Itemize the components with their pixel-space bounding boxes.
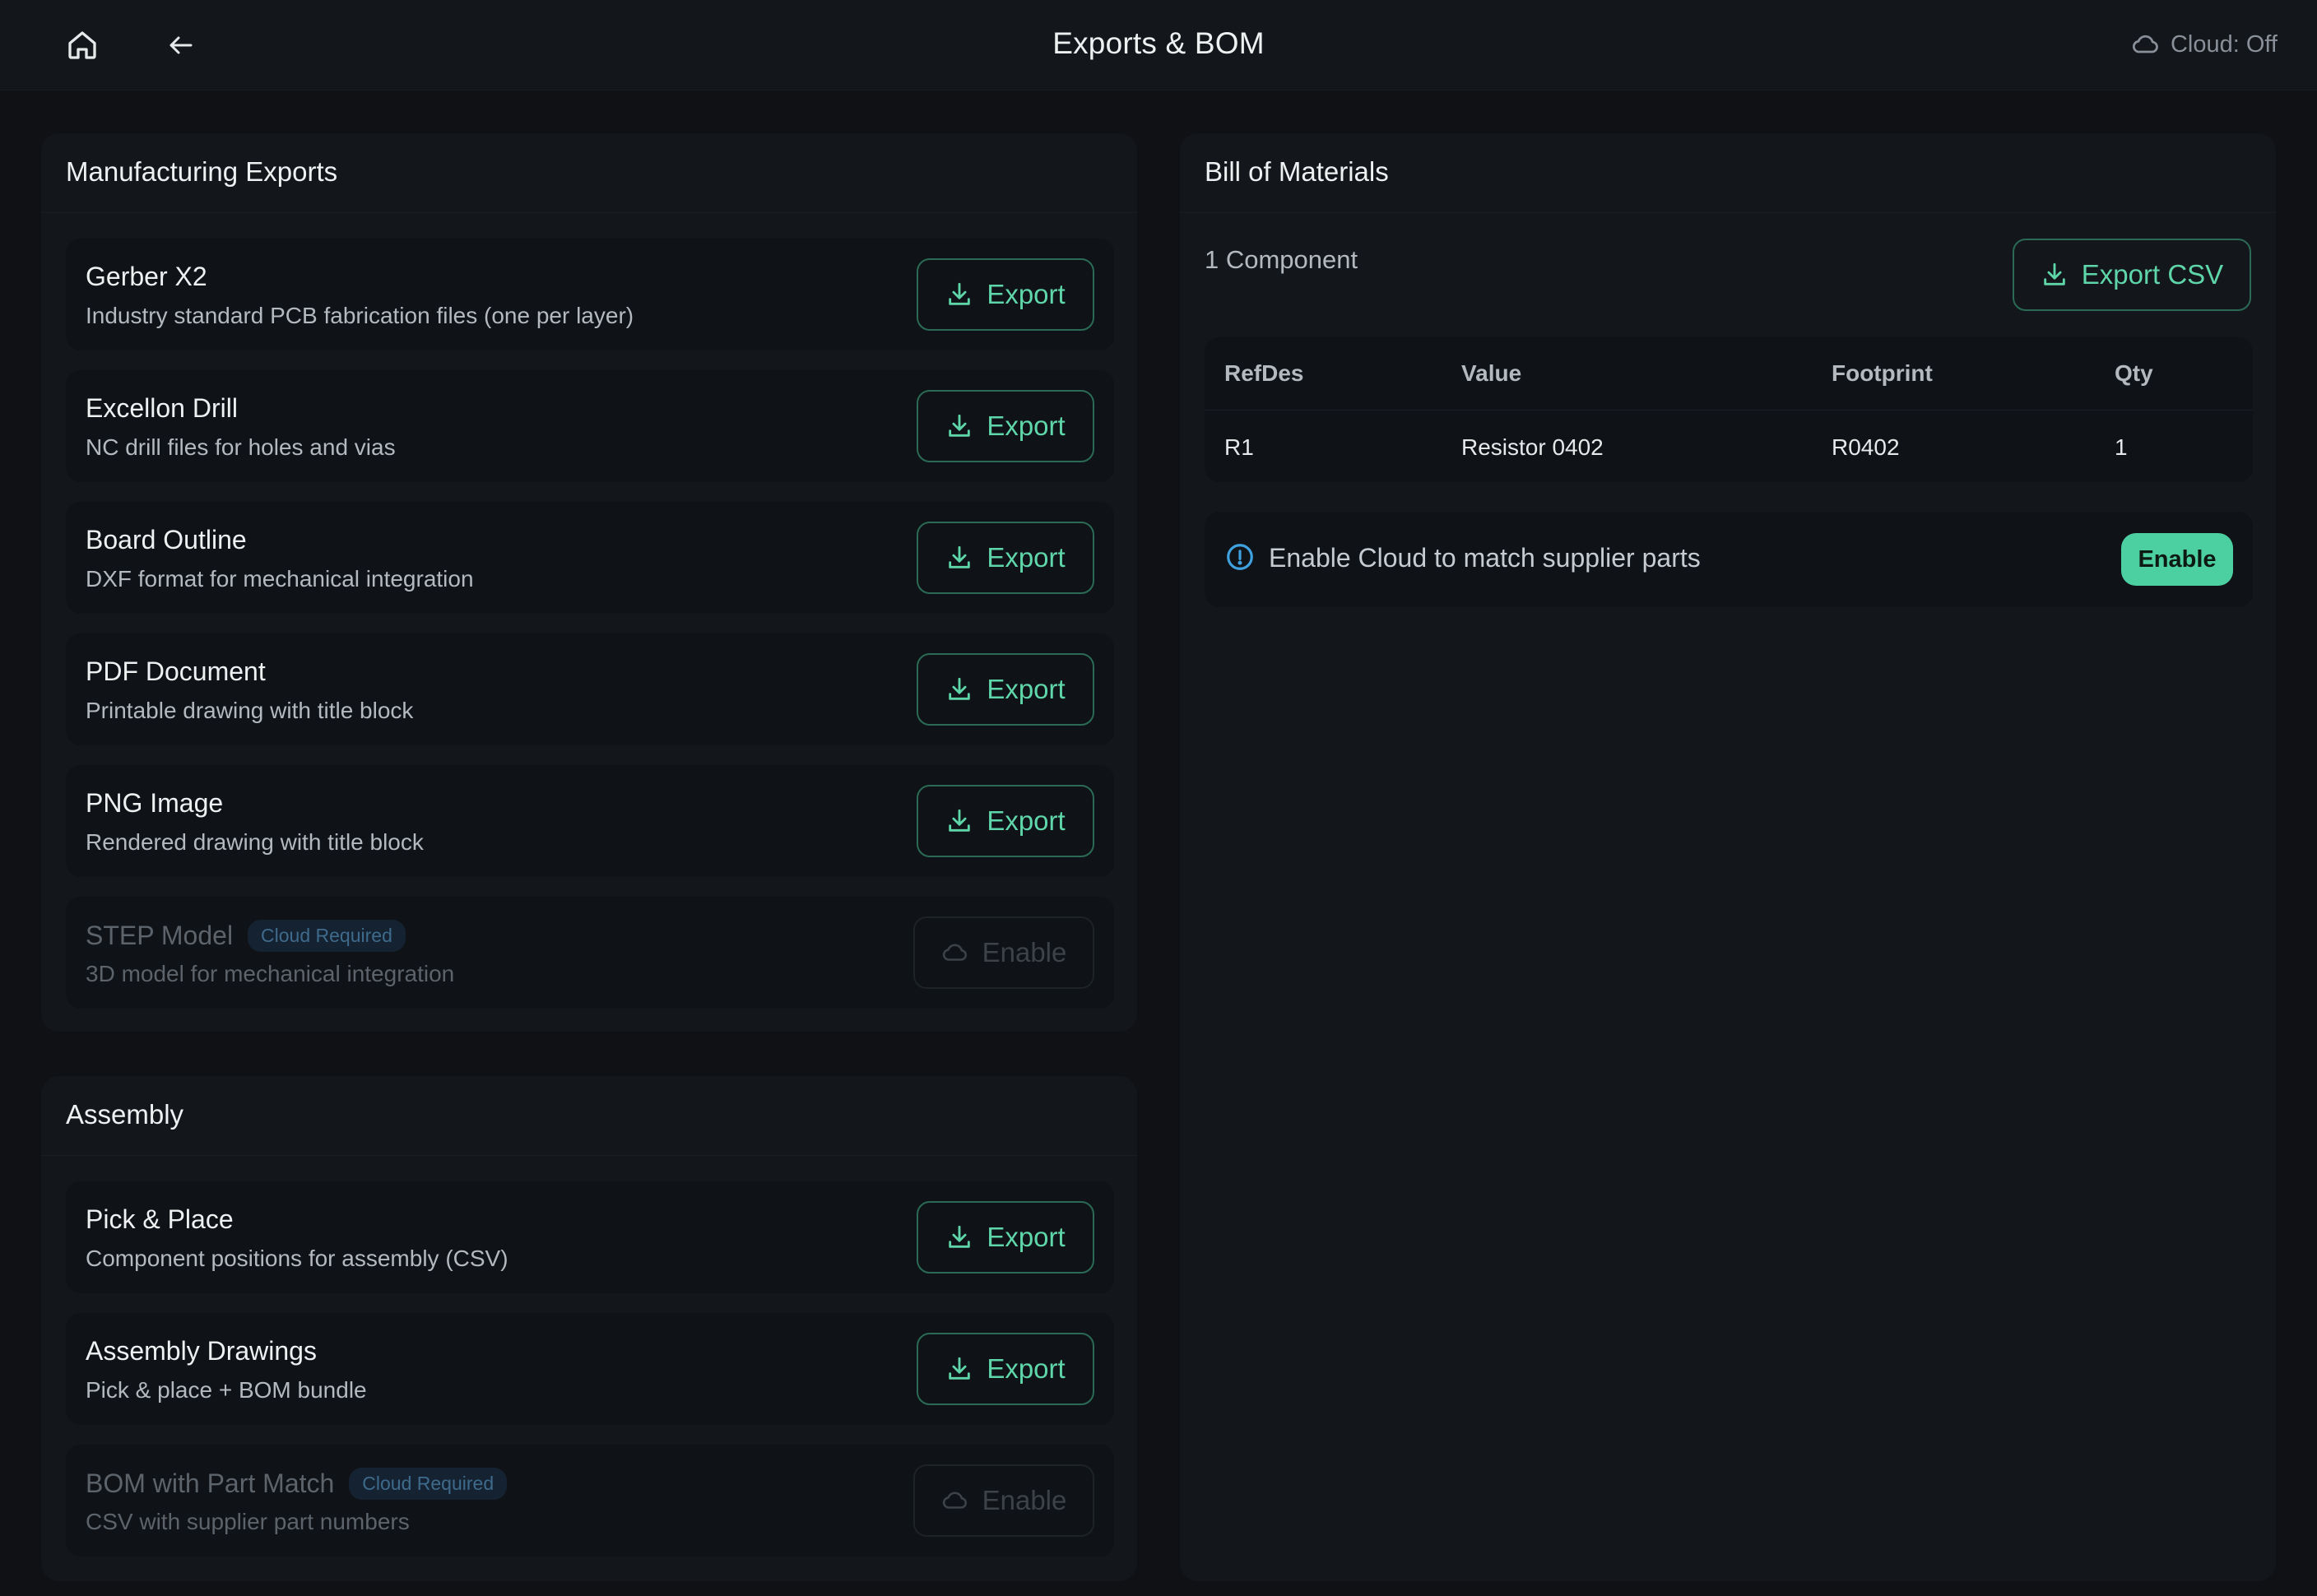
info-text: Enable Cloud to match supplier parts — [1269, 543, 1701, 573]
cloud-status-label: Cloud: Off — [2170, 30, 2278, 58]
top-bar: Exports & BOM Cloud: Off — [0, 0, 2317, 90]
row-name: Pick & Place — [86, 1204, 234, 1234]
column-header-qty[interactable]: Qty — [2115, 360, 2153, 387]
row-description: Component positions for assembly (CSV) — [86, 1246, 508, 1271]
export-row-png: PNG Image Rendered drawing with title bl… — [66, 765, 1114, 877]
column-header-value[interactable]: Value — [1461, 360, 1521, 387]
cloud-icon — [942, 944, 967, 961]
export-csv-button[interactable]: Export CSV — [2013, 239, 2251, 311]
row-description: Pick & place + BOM bundle — [86, 1377, 367, 1403]
row-description: Rendered drawing with title block — [86, 829, 424, 855]
export-row-gerber: Gerber X2 Industry standard PCB fabricat… — [66, 239, 1114, 350]
row-name: PNG Image — [86, 788, 224, 818]
row-description: 3D model for mechanical integration — [86, 961, 455, 986]
export-button[interactable]: Export — [917, 1201, 1094, 1274]
row-description: DXF format for mechanical integration — [86, 566, 474, 592]
bom-panel: Bill of Materials 1 Component Export CSV… — [1180, 133, 2276, 1581]
cell-qty: 1 — [2115, 434, 2128, 460]
row-name: Assembly Drawings — [86, 1336, 317, 1366]
export-button[interactable]: Export — [917, 653, 1094, 726]
divider — [41, 1155, 1137, 1156]
download-icon — [949, 545, 971, 568]
download-icon — [949, 414, 971, 437]
divider — [41, 212, 1137, 213]
component-count: 1 Component — [1205, 245, 1358, 274]
cloud-required-badge: Cloud Required — [248, 920, 406, 952]
page-title: Exports & BOM — [1052, 26, 1265, 60]
info-icon — [1227, 544, 1253, 570]
export-row-pdf: PDF Document Printable drawing with titl… — [66, 633, 1114, 745]
cloud-icon — [2132, 35, 2158, 53]
row-description: Industry standard PCB fabrication files … — [86, 303, 634, 328]
column-header-footprint[interactable]: Footprint — [1832, 360, 1933, 387]
enable-button-disabled[interactable]: Enable — [913, 916, 1094, 989]
download-icon — [949, 677, 971, 700]
panel-title: Bill of Materials — [1205, 156, 1389, 187]
column-header-refdes[interactable]: RefDes — [1224, 360, 1303, 387]
enable-button-disabled[interactable]: Enable — [913, 1464, 1094, 1537]
row-description: NC drill files for holes and vias — [86, 434, 396, 460]
cell-refdes: R1 — [1224, 434, 1254, 460]
panel-title: Manufacturing Exports — [66, 156, 338, 187]
enable-cloud-button[interactable]: Enable — [2121, 533, 2233, 586]
bom-table: RefDes Value Footprint Qty R1 Resistor 0… — [1205, 337, 2253, 482]
download-icon — [949, 282, 971, 305]
export-button[interactable]: Export — [917, 785, 1094, 857]
export-button[interactable]: Export — [917, 522, 1094, 594]
divider — [1180, 212, 2276, 213]
row-description: CSV with supplier part numbers — [86, 1509, 410, 1534]
export-button[interactable]: Export — [917, 1333, 1094, 1405]
download-icon — [2044, 262, 2065, 285]
cloud-required-badge: Cloud Required — [349, 1468, 508, 1500]
panel-title: Assembly — [66, 1099, 184, 1130]
assembly-panel: Assembly Pick & Place Component position… — [41, 1076, 1137, 1581]
download-icon — [949, 809, 971, 832]
export-row-board-outline: Board Outline DXF format for mechanical … — [66, 502, 1114, 614]
export-row-pick-place: Pick & Place Component positions for ass… — [66, 1181, 1114, 1293]
row-name: Gerber X2 — [86, 262, 207, 291]
cloud-info-banner: Enable Cloud to match supplier parts Ena… — [1205, 512, 2253, 607]
row-name: Excellon Drill — [86, 393, 238, 423]
cloud-status[interactable]: Cloud: Off — [2131, 30, 2278, 59]
divider — [1205, 410, 2253, 411]
export-row-step: STEP Model Cloud Required 3D model for m… — [66, 897, 1114, 1009]
export-row-bom-part-match: BOM with Part Match Cloud Required CSV w… — [66, 1445, 1114, 1557]
download-icon — [949, 1357, 971, 1380]
row-name: STEP Model Cloud Required — [86, 920, 406, 952]
cloud-icon — [942, 1492, 967, 1509]
export-row-excellon: Excellon Drill NC drill files for holes … — [66, 370, 1114, 482]
download-icon — [949, 1225, 971, 1248]
cell-value: Resistor 0402 — [1461, 434, 1604, 460]
export-row-assembly-drawings: Assembly Drawings Pick & place + BOM bun… — [66, 1313, 1114, 1425]
row-name: PDF Document — [86, 656, 266, 686]
cell-footprint: R0402 — [1832, 434, 1900, 460]
row-name: BOM with Part Match Cloud Required — [86, 1468, 508, 1500]
row-name: Board Outline — [86, 525, 247, 554]
manufacturing-exports-panel: Manufacturing Exports Gerber X2 Industry… — [41, 133, 1137, 1032]
export-button[interactable]: Export — [917, 258, 1094, 331]
row-description: Printable drawing with title block — [86, 698, 414, 723]
export-button[interactable]: Export — [917, 390, 1094, 462]
